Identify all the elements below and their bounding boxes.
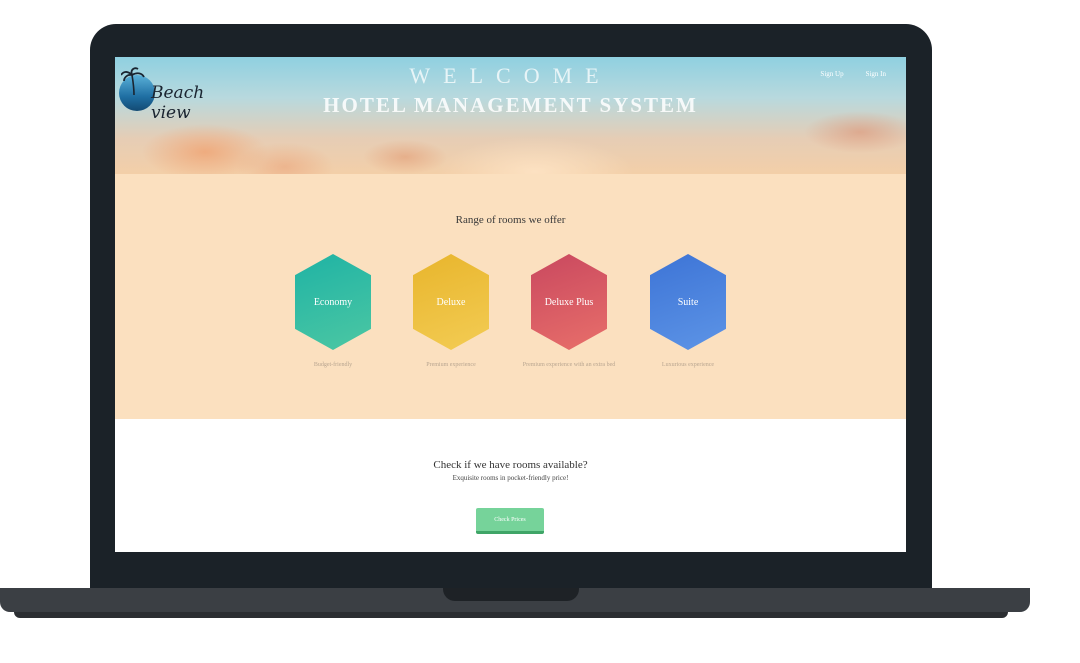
rooms-section: Range of rooms we offer Economy Budget-f… <box>115 174 906 419</box>
economy-hexagon[interactable]: Economy <box>295 254 371 350</box>
deluxe-plus-hexagon[interactable]: Deluxe Plus <box>531 254 607 350</box>
availability-subtitle: Exquisite rooms in pocket-friendly price… <box>452 474 569 482</box>
laptop-base-edge <box>14 612 1008 618</box>
page-title: HOTEL MANAGEMENT SYSTEM <box>323 93 698 117</box>
hero-banner: Beach view WELCOME HOTEL MANAGEMENT SYST… <box>115 57 906 174</box>
availability-title: Check if we have rooms available? <box>433 459 588 471</box>
room-caption: Premium experience <box>426 362 476 368</box>
room-caption: Luxurious experience <box>661 362 715 368</box>
availability-section: Check if we have rooms available? Exquis… <box>115 419 906 552</box>
room-card-deluxe-plus[interactable]: Deluxe Plus <box>531 254 607 350</box>
room-name: Suite <box>677 296 699 308</box>
room-card-economy[interactable]: Economy <box>295 254 371 350</box>
check-prices-button[interactable]: Check Prices <box>476 508 544 534</box>
top-nav: Sign Up Sign In <box>820 70 886 78</box>
suite-hexagon[interactable]: Suite <box>650 254 726 350</box>
laptop-screen: Beach view WELCOME HOTEL MANAGEMENT SYST… <box>115 57 906 552</box>
room-name: Deluxe Plus <box>544 296 594 308</box>
sign-in-link[interactable]: Sign In <box>866 70 886 78</box>
welcome-heading: WELCOME <box>409 63 612 88</box>
room-caption: Premium experience with an extra bed <box>522 362 616 368</box>
sign-up-link[interactable]: Sign Up <box>820 70 843 78</box>
room-name: Economy <box>313 296 353 308</box>
deluxe-hexagon[interactable]: Deluxe <box>413 254 489 350</box>
rooms-heading: Range of rooms we offer <box>455 214 566 226</box>
laptop-notch <box>443 588 579 601</box>
room-card-suite[interactable]: Suite <box>650 254 726 350</box>
room-name: Deluxe <box>436 296 466 308</box>
room-card-deluxe[interactable]: Deluxe <box>413 254 489 350</box>
room-caption: Budget-friendly <box>313 362 353 368</box>
